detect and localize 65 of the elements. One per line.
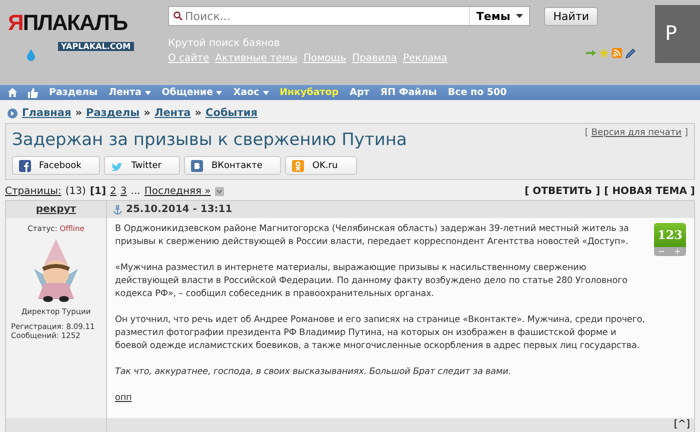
- share-button[interactable]: Twitter: [104, 156, 180, 175]
- vk-icon: [191, 160, 204, 172]
- breadcrumb-separator: »: [75, 107, 82, 119]
- post-link[interactable]: опп: [115, 393, 132, 403]
- thumbs-up-icon[interactable]: [28, 88, 38, 98]
- arrow-circle-icon: [7, 108, 18, 118]
- post-paragraph: В Орджоникидзевском районе Магнитогорска (Челябинская область) задержан 39-летний местный житель за призывы к свержению действующей в России власти, передает корреспондент Агентства новостей «Доступ».: [115, 223, 630, 249]
- ad-banner[interactable]: Р: [655, 5, 700, 63]
- page-link[interactable]: 3: [120, 186, 127, 197]
- current-page: [1]: [90, 186, 106, 197]
- home-icon[interactable]: [8, 88, 17, 97]
- page-count: (13): [65, 186, 86, 197]
- share-button[interactable]: Facebook: [12, 156, 100, 175]
- share-button[interactable]: ВКонтакте: [184, 156, 282, 175]
- post-paragraph: Так что, аккуратнее, господа, в своих высказываниях. Большой Брат следит за вами.: [115, 366, 512, 379]
- nav-item[interactable]: Лента: [108, 87, 151, 98]
- breadcrumb-link[interactable]: События: [206, 107, 258, 119]
- pages-label[interactable]: Страницы:: [5, 186, 62, 197]
- post-date: 25.10.2014 - 13:11: [126, 204, 232, 215]
- nav-item[interactable]: Все по 500: [448, 87, 507, 98]
- last-page-link[interactable]: Последняя »: [144, 186, 211, 197]
- caret-icon: [262, 91, 269, 95]
- breadcrumb-link[interactable]: Лента: [154, 107, 191, 119]
- page-jump-icon[interactable]: [214, 187, 224, 196]
- back-to-top-link[interactable]: [^]: [674, 419, 690, 430]
- breadcrumb-link[interactable]: Главная: [22, 107, 72, 119]
- share-button[interactable]: OK.ru: [285, 156, 357, 175]
- logo-subtitle[interactable]: YAPLAKAL.COM: [58, 42, 134, 51]
- author-name[interactable]: рекрут: [6, 201, 106, 218]
- anchor-icon[interactable]: [113, 204, 122, 214]
- scope-dropdown[interactable]: Темы: [469, 7, 530, 25]
- search-field[interactable]: Поиск... Темы: [168, 6, 530, 26]
- nav-item[interactable]: Арт: [350, 87, 370, 98]
- search-icon: [173, 11, 183, 21]
- water-drop-icon: [26, 49, 36, 61]
- star-icon[interactable]: [599, 48, 609, 58]
- page-link[interactable]: 2: [110, 186, 116, 197]
- nav-item[interactable]: Общение: [162, 87, 222, 98]
- post-paragraph: Он уточнил, что речь идет об Андрее Романове и его записях на странице «Вконтакте». Мужчина, среди прочего, разместил фотографии президента РФ Владимир Путина, на которых он изображен в фашистской форме и боевой одежде исламистских боевиков, а также многочисленные оскорбления в адрес первых лиц государства.: [115, 314, 646, 353]
- ellipsis: ...: [130, 186, 140, 197]
- action-link[interactable]: [ НОВАЯ ТЕМА ]: [604, 186, 695, 197]
- caret-icon: [516, 14, 524, 18]
- facebook-icon: [19, 160, 31, 172]
- caret-icon: [216, 91, 222, 95]
- bracket: [: [584, 128, 588, 138]
- post-paragraph: «Мужчина разместил в интернете материалы, выражающие призывы к насильственному свержению действующей власти в Российской Федерации. По данному факту возбуждено дело по статье 280 Уголовного кодекса РФ», – сообщил собеседник в правоохранительных органах.: [115, 262, 628, 301]
- breadcrumb-separator: »: [144, 107, 150, 119]
- ok-icon: [292, 160, 304, 172]
- action-link[interactable]: [ ОТВЕТИТЬ ]: [524, 186, 600, 197]
- tagline: Крутой поиск баянов: [168, 38, 281, 49]
- nav-item[interactable]: Хаос: [233, 87, 269, 98]
- pencil-icon[interactable]: [625, 48, 636, 59]
- rss-icon[interactable]: [612, 48, 622, 58]
- rating-badge: 123: [654, 223, 686, 247]
- nav-item[interactable]: ЯП Файлы: [380, 87, 437, 98]
- search-button[interactable]: Найти: [544, 6, 598, 26]
- topic-title: Задержан за призывы к свержению Путина: [12, 130, 407, 150]
- logo-title[interactable]: ЯПЛАКАЛЪ: [8, 12, 158, 34]
- breadcrumb-separator: »: [194, 107, 202, 119]
- print-version-link[interactable]: Версия для печати: [591, 128, 682, 138]
- bracket: ]: [684, 128, 688, 138]
- arrow-icon[interactable]: [586, 48, 596, 58]
- nav-item[interactable]: Разделы: [49, 87, 98, 98]
- breadcrumb-link[interactable]: Разделы: [86, 107, 140, 119]
- caret-icon: [144, 91, 151, 95]
